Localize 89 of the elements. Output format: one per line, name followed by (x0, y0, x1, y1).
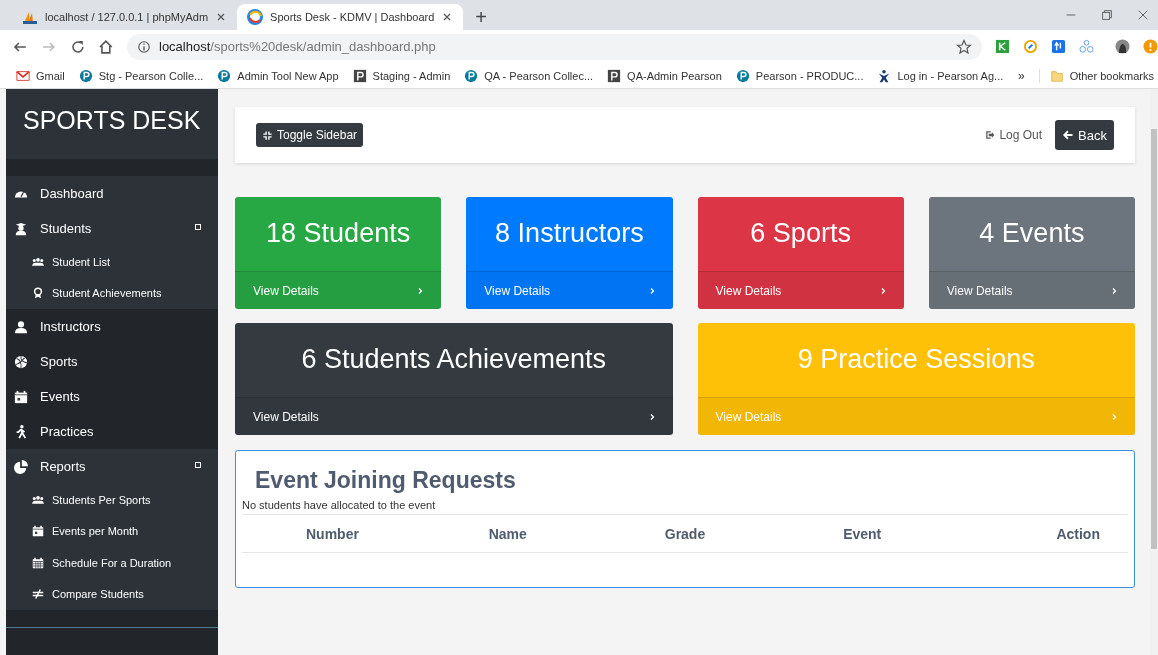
walking-icon (14, 424, 28, 439)
stat-title: 6 Students Achievements (300, 342, 608, 376)
expand-indicator-icon (195, 462, 201, 468)
letter-p-icon (352, 68, 367, 83)
back-button[interactable]: Back (1055, 120, 1114, 150)
award-icon (32, 287, 44, 300)
calendar-icon (14, 389, 28, 404)
arrow-left-icon (1062, 129, 1075, 141)
graduate-icon (14, 221, 28, 236)
nav-subitem[interactable]: Events per Month (6, 515, 218, 547)
letter-p-icon (735, 68, 750, 83)
folder-icon (1049, 68, 1064, 83)
chevron-right-icon (1110, 286, 1118, 295)
nav-item[interactable]: Students (6, 211, 218, 246)
logout-link[interactable]: Log Out (985, 128, 1043, 142)
ball-icon (14, 354, 28, 369)
browser-tab[interactable]: localhost / 127.0.0.1 | phpMyAdm (12, 4, 238, 30)
nav-item[interactable]: Instructors (6, 309, 218, 344)
restore-icon[interactable] (1100, 8, 1114, 22)
nav-item[interactable]: Sports (6, 344, 218, 379)
more-bookmarks-button[interactable]: » (1017, 68, 1025, 83)
bookmark[interactable]: Staging - Admin (352, 68, 451, 83)
upload-icon[interactable] (1051, 39, 1066, 54)
sign-out-icon (985, 130, 996, 140)
expand-indicator-icon (195, 224, 201, 230)
nav-item[interactable]: Reports (6, 449, 218, 484)
info-icon (137, 39, 151, 54)
reload-icon[interactable] (69, 38, 86, 55)
bookmark[interactable]: QA - Pearson Collec... (464, 68, 594, 83)
view-details-link[interactable]: View Details (928, 271, 1135, 309)
toggle-sidebar-button[interactable]: Toggle Sidebar (256, 123, 364, 147)
view-details-link[interactable]: View Details (697, 271, 904, 309)
compress-icon (262, 129, 273, 141)
nav-item[interactable]: Dashboard (6, 176, 218, 211)
column-header: Number (305, 525, 360, 542)
users-icon (32, 255, 44, 268)
stat-title: 4 Events (978, 216, 1086, 250)
browser-tab[interactable]: Sports Desk - KDMV | Dashboard (237, 4, 464, 30)
view-details-link[interactable]: View Details (466, 271, 673, 309)
letter-p-icon (607, 68, 622, 83)
empty-message: No students have allocated to the event (242, 499, 437, 511)
nav-subitem[interactable]: Student Achievements (6, 277, 218, 309)
compass-icon[interactable] (1023, 39, 1038, 54)
address-field[interactable]: localhost/sports%20desk/admin_dashboard.php (127, 33, 982, 60)
nav-subitem[interactable]: Schedule For a Duration (6, 547, 218, 579)
nav-item[interactable]: Practices (6, 414, 218, 449)
view-details-link[interactable]: View Details (235, 397, 673, 435)
bookmark-folder[interactable]: Other bookmarks (1038, 68, 1154, 83)
column-header: Event (842, 525, 883, 542)
nav-subitem[interactable]: Student List (6, 246, 218, 278)
star-icon[interactable] (956, 38, 972, 55)
bookmark[interactable]: QA-Admin Pearson (607, 68, 722, 83)
new-tab-button[interactable]: + (475, 7, 487, 27)
not-equal-icon (32, 588, 44, 601)
nav-item[interactable]: Events (6, 379, 218, 414)
chevron-right-icon (416, 286, 425, 295)
column-header: Name (487, 525, 528, 542)
extension-icon[interactable] (995, 39, 1010, 54)
panel-title: Event Joining Requests (255, 467, 517, 494)
nav-subitem[interactable]: Compare Students (6, 578, 218, 610)
close-icon[interactable] (1136, 8, 1150, 22)
letter-p-icon (78, 68, 93, 83)
letter-p-icon (464, 68, 479, 83)
bookmark[interactable]: Gmail (16, 68, 65, 83)
envelope-icon (16, 68, 30, 83)
stat-title: 6 Sports (749, 216, 852, 250)
column-header: Action (1055, 525, 1101, 542)
calendar-icon (32, 525, 44, 538)
bookmark[interactable]: Admin Tool New App (217, 68, 339, 83)
pie-chart-icon (14, 459, 28, 474)
home-icon[interactable] (98, 38, 114, 55)
calendar-icon (32, 556, 44, 569)
stat-title: 18 Students (265, 216, 412, 250)
stat-title: 9 Practice Sessions (796, 342, 1036, 376)
circles-icon[interactable] (1079, 39, 1094, 54)
bookmark[interactable]: Stg - Pearson Colle... (78, 68, 204, 83)
column-header: Grade (663, 525, 707, 542)
nav-subitem[interactable]: Students Per Sports (6, 484, 218, 516)
brand-title: SPORTS DESK (23, 106, 201, 134)
ring-logo-icon (247, 9, 264, 25)
alert-icon[interactable] (1143, 39, 1158, 54)
stat-title: 8 Instructors (494, 216, 645, 250)
person-icon (14, 319, 28, 334)
bookmark[interactable]: Log in - Pearson Ag... (877, 68, 1004, 83)
chevron-right-icon (1110, 412, 1118, 421)
bookmark[interactable]: Pearson - PRODUC... (735, 68, 864, 83)
avatar-icon[interactable] (1115, 39, 1130, 54)
users-icon (32, 493, 44, 506)
letter-p-icon (217, 68, 232, 83)
